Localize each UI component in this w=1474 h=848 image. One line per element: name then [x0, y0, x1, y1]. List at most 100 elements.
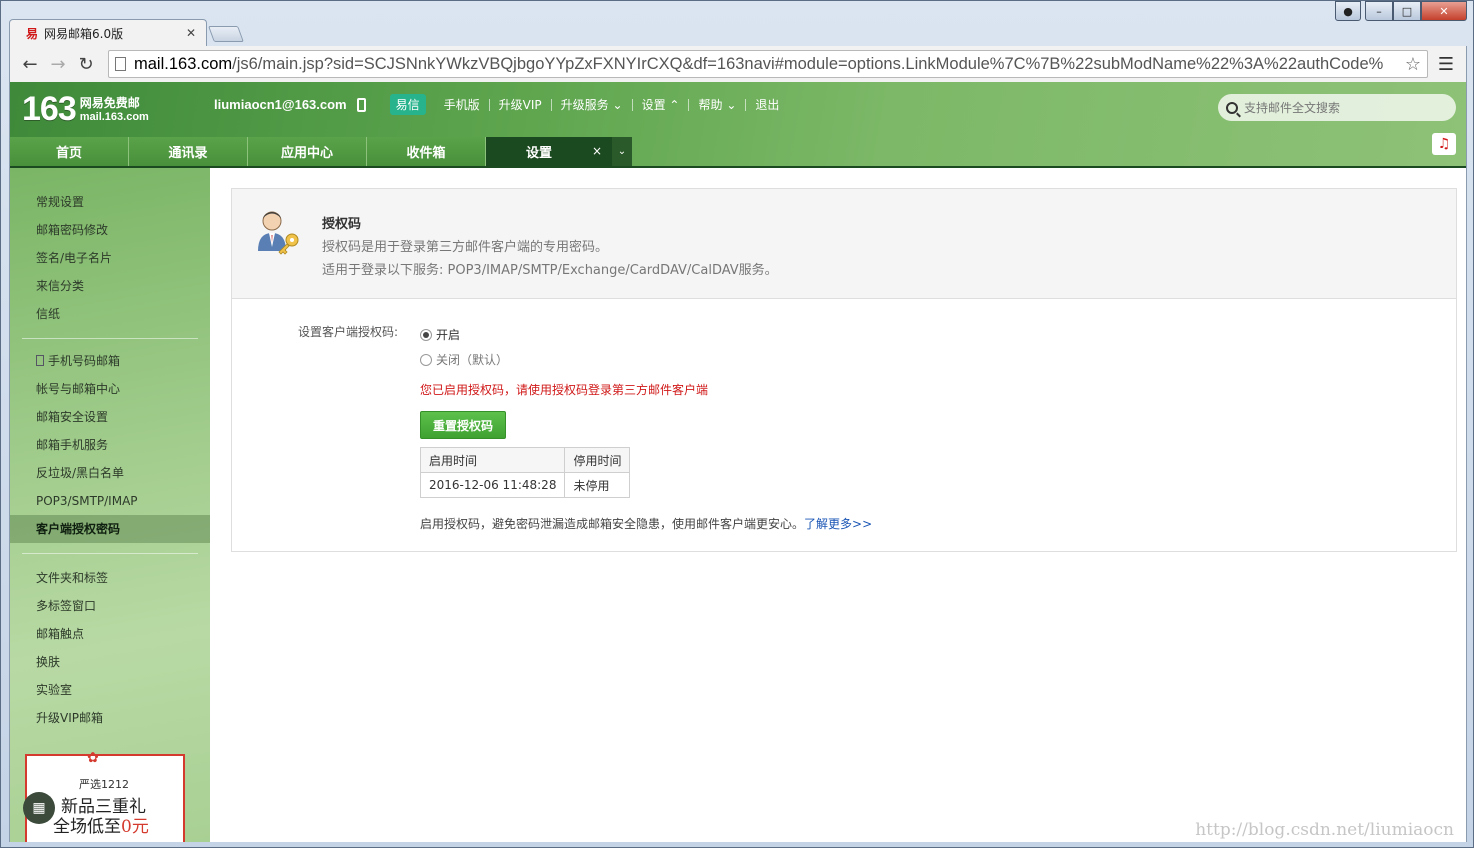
tab-settings-label: 设置 — [526, 146, 553, 161]
tab-settings-close-icon[interactable]: × — [592, 144, 602, 158]
link-upgrade-service-label: 升级服务 — [560, 98, 609, 112]
sidebar-item-antispam[interactable]: 反垃圾/黑白名单 — [10, 459, 210, 487]
phone-icon — [36, 355, 44, 366]
browser-menu-icon[interactable]: ☰ — [1432, 50, 1460, 78]
divider — [550, 98, 552, 111]
chevron-down-icon: ⌄ — [726, 98, 737, 112]
promo-line3-text: 全场低至 — [53, 817, 121, 837]
link-logout[interactable]: 退出 — [755, 96, 779, 113]
address-bar[interactable]: mail.163.com/js6/main.jsp?sid=SCJSNnkYWk… — [108, 50, 1428, 78]
watermark: http://blog.csdn.net/liumiaocn — [1195, 820, 1454, 840]
tab-contacts[interactable]: 通讯录 — [129, 137, 248, 166]
auth-code-table: 启用时间 停用时间 2016-12-06 11:48:28 未停用 — [419, 447, 631, 498]
user-key-icon — [258, 211, 299, 255]
form-label: 设置客户端授权码: — [298, 325, 399, 339]
reload-icon[interactable]: ↻ — [72, 50, 100, 78]
link-help-label: 帮助 — [698, 98, 723, 112]
close-window-button[interactable]: ✕ — [1421, 1, 1467, 21]
sidebar-item-security[interactable]: 邮箱安全设置 — [10, 403, 210, 431]
page-viewport: 163 网易免费邮 mail.163.com liumiaocn1@163.co… — [9, 82, 1467, 842]
forward-icon[interactable]: → — [44, 50, 72, 78]
sidebar-item-signature[interactable]: 签名/电子名片 — [10, 244, 210, 272]
radio-enable-label: 开启 — [436, 328, 461, 342]
sidebar-item-pop3[interactable]: POP3/SMTP/IMAP — [10, 487, 210, 515]
url-path: /js6/main.jsp?sid=SCJSNnkYWkzVBQjbgoYYpZ… — [232, 54, 1384, 73]
link-help[interactable]: 帮助 ⌄ — [698, 96, 736, 113]
tab-home[interactable]: 首页 — [10, 137, 129, 166]
yixin-button[interactable]: 易信 — [389, 94, 426, 115]
radio-enable-indicator[interactable] — [420, 328, 432, 341]
window-controls: ● – □ ✕ — [1335, 1, 1467, 21]
link-upgrade-service[interactable]: 升级服务 ⌄ — [561, 96, 623, 113]
tab-inbox[interactable]: 收件箱 — [367, 137, 486, 166]
tab-settings[interactable]: 设置 × — [486, 137, 612, 166]
chevron-down-icon: ⌄ — [612, 98, 623, 112]
auth-code-panel: 授权码 授权码是用于登录第三方邮件客户端的专用密码。 适用于登录以下服务: PO… — [231, 188, 1457, 552]
radio-disable-indicator[interactable] — [420, 353, 432, 366]
search-icon — [1226, 101, 1238, 114]
bookmark-star-icon[interactable]: ☆ — [1405, 54, 1421, 75]
browser-tab[interactable]: 易 网易邮箱6.0版 ✕ — [9, 19, 207, 46]
sidebar-item-skin[interactable]: 换肤 — [10, 648, 210, 676]
sidebar-item-lab[interactable]: 实验室 — [10, 676, 210, 704]
logo-number: 163 — [22, 90, 77, 128]
radio-disable-label: 关闭（默认） — [436, 353, 509, 367]
back-icon[interactable]: ← — [16, 50, 44, 78]
link-upgrade-vip[interactable]: 升级VIP — [499, 96, 542, 113]
learn-more-link[interactable]: 了解更多>> — [804, 517, 872, 531]
link-mobile[interactable]: 手机版 — [444, 96, 480, 113]
promo-line1: 严选1212 — [79, 778, 129, 791]
sidebar-item-touchpoint[interactable]: 邮箱触点 — [10, 620, 210, 648]
maximize-button[interactable]: □ — [1393, 1, 1421, 21]
app-grid-icon[interactable]: ▦ — [23, 792, 55, 824]
url-host: mail.163.com — [134, 54, 233, 73]
sidebar-item-password[interactable]: 邮箱密码修改 — [10, 216, 210, 244]
security-tip: 启用授权码，避免密码泄漏造成邮箱安全隐患，使用邮件客户端更安心。了解更多>> — [420, 515, 872, 532]
promo-banner[interactable]: ✿ 严选1212 新品三重礼 全场低至0元 ▦ — [23, 750, 185, 842]
minimize-button[interactable]: – — [1365, 1, 1393, 21]
logo-subtitle: 网易免费邮 mail.163.com — [80, 96, 149, 124]
music-icon[interactable]: ♫ — [1432, 133, 1456, 155]
sidebar-item-stationery[interactable]: 信纸 — [10, 300, 210, 328]
radio-disable[interactable]: 关闭（默认） — [420, 351, 508, 368]
sidebar-item-account-center[interactable]: 帐号与邮箱中心 — [10, 375, 210, 403]
divider — [688, 98, 690, 111]
user-icon[interactable]: ● — [1335, 1, 1361, 21]
sidebar-item-phone-mail[interactable]: 手机号码邮箱 — [10, 347, 210, 375]
sidebar-item-folders[interactable]: 文件夹和标签 — [10, 564, 210, 592]
mail-favicon-icon: 易 — [26, 26, 39, 41]
tab-app-center[interactable]: 应用中心 — [248, 137, 367, 166]
mail-header: 163 网易免费邮 mail.163.com liumiaocn1@163.co… — [10, 82, 1466, 167]
divider — [631, 98, 633, 111]
tab-more-chevron-icon[interactable]: ⌄ — [612, 137, 632, 166]
link-settings-label: 设置 — [641, 98, 666, 112]
link-settings[interactable]: 设置 ⌃ — [642, 96, 680, 113]
new-tab-button[interactable] — [208, 26, 244, 42]
panel-title: 授权码 — [322, 217, 362, 232]
sidebar-group-misc: 文件夹和标签 多标签窗口 邮箱触点 换肤 实验室 升级VIP邮箱 — [10, 554, 210, 732]
sidebar-item-vip[interactable]: 升级VIP邮箱 — [10, 704, 210, 732]
enabled-notice: 您已启用授权码，请使用授权码登录第三方邮件客户端 — [420, 383, 709, 397]
sidebar-item-filters[interactable]: 来信分类 — [10, 272, 210, 300]
radio-enable[interactable]: 开启 — [420, 326, 460, 343]
mail-search-input[interactable]: 支持邮件全文搜索 — [1218, 94, 1456, 121]
table-header-disabled: 停用时间 — [564, 447, 631, 473]
page-icon — [115, 57, 126, 71]
promo-line3-price: 0元 — [121, 817, 149, 837]
sidebar-item-auth-code[interactable]: 客户端授权密码 — [10, 515, 210, 543]
sidebar-item-general[interactable]: 常规设置 — [10, 188, 210, 216]
logo[interactable]: 163 网易免费邮 mail.163.com — [22, 90, 149, 129]
sidebar-group-general: 常规设置 邮箱密码修改 签名/电子名片 来信分类 信纸 — [10, 168, 210, 328]
sidebar-item-mobile-service[interactable]: 邮箱手机服务 — [10, 431, 210, 459]
phone-icon[interactable] — [356, 97, 366, 112]
url-text[interactable]: mail.163.com/js6/main.jsp?sid=SCJSNnkYWk… — [134, 55, 1401, 74]
account-name[interactable]: liumiaocn1@163.com — [214, 97, 347, 112]
reset-auth-code-button[interactable]: 重置授权码 — [420, 411, 506, 439]
tab-close-icon[interactable]: ✕ — [186, 26, 196, 40]
security-tip-text: 启用授权码，避免密码泄漏造成邮箱安全隐患，使用邮件客户端更安心。 — [420, 517, 805, 531]
browser-window: ● – □ ✕ 易 网易邮箱6.0版 ✕ ← → ↻ mail.163.com/… — [0, 0, 1474, 848]
table-cell-disabled-time: 未停用 — [564, 472, 631, 498]
sidebar-item-phone-mail-label: 手机号码邮箱 — [48, 354, 121, 368]
sidebar-item-multitab[interactable]: 多标签窗口 — [10, 592, 210, 620]
tab-title: 网易邮箱6.0版 — [44, 26, 124, 41]
